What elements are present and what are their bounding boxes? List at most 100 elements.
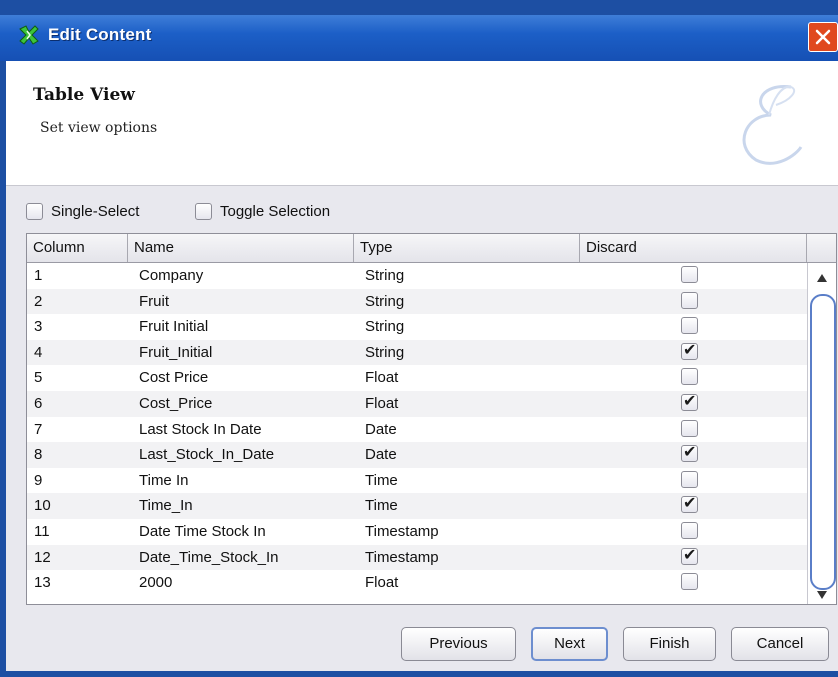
column-header-name[interactable]: Name — [128, 234, 354, 262]
column-name-cell: Company — [139, 267, 204, 284]
table-header: Column Name Type Discard — [27, 234, 836, 263]
column-index-cell: 4 — [34, 343, 43, 361]
discard-checkbox[interactable] — [681, 419, 698, 437]
dialog-window: Edit Content Table View Set view options… — [0, 0, 838, 677]
close-icon — [815, 29, 831, 45]
check-mark-icon: ✔ — [683, 442, 697, 462]
column-index-cell: 10 — [34, 497, 51, 515]
column-type-cell: String — [365, 318, 405, 336]
column-index-cell: 2 — [34, 292, 43, 310]
discard-checkbox-checked[interactable]: ✔ — [681, 339, 698, 360]
dialog-content: Table View Set view options Single-Selec… — [6, 61, 838, 671]
scroll-thumb[interactable] — [810, 294, 836, 590]
table-row[interactable]: 13 2000 Float — [27, 570, 807, 596]
page-subtitle: Set view options — [40, 120, 158, 136]
column-type-cell: String — [365, 267, 405, 284]
column-index-cell: 9 — [34, 471, 43, 489]
column-name-cell: Fruit_Initial — [139, 343, 213, 361]
toggle-selection-label: Toggle Selection — [220, 202, 331, 220]
column-name-cell: Date_Time_Stock_In — [139, 548, 279, 566]
column-type-cell: String — [365, 292, 405, 310]
table-row[interactable]: 2 Fruit String — [27, 288, 807, 315]
discard-checkbox-checked[interactable]: ✔ — [681, 442, 698, 463]
column-type-cell: Date — [365, 420, 397, 438]
table-body: 1 Company String 2 Fruit String 3 Fruit Initial… — [27, 263, 807, 604]
column-type-cell: Time — [365, 497, 398, 515]
next-button[interactable]: Next — [531, 627, 608, 661]
column-index-cell: 13 — [34, 574, 51, 592]
app-logo-icon — [19, 25, 39, 45]
column-type-cell: Float — [365, 369, 399, 387]
column-name-cell: 2000 — [139, 574, 173, 592]
column-header-discard[interactable]: Discard — [580, 234, 807, 262]
table-row[interactable]: 10 Time_In Time ✔ — [27, 493, 807, 519]
column-name-cell: Date Time Stock In — [139, 523, 266, 540]
column-name-cell: Cost Price — [139, 369, 209, 387]
table-row[interactable]: 4 Fruit_Initial String ✔ — [27, 339, 807, 366]
toggle-selection-option[interactable]: Toggle Selection — [195, 199, 330, 223]
column-type-cell: Float — [365, 574, 399, 592]
column-index-cell: 5 — [34, 369, 43, 387]
column-index-cell: 7 — [34, 420, 43, 438]
column-type-cell: Date — [365, 446, 397, 464]
table-row[interactable]: 3 Fruit Initial String — [27, 314, 807, 340]
watermark-logo — [742, 85, 803, 165]
table-row[interactable]: 5 Cost Price Float — [27, 365, 807, 391]
column-type-cell: Float — [365, 395, 399, 412]
discard-checkbox-checked[interactable]: ✔ — [681, 391, 698, 411]
single-select-option[interactable]: Single-Select — [26, 199, 139, 223]
scroll-down-arrow-icon[interactable] — [816, 590, 828, 600]
check-mark-icon: ✔ — [683, 391, 697, 410]
column-name-cell: Time_In — [139, 497, 193, 515]
close-button[interactable] — [808, 22, 838, 52]
discard-checkbox-checked[interactable]: ✔ — [681, 493, 698, 514]
discard-checkbox[interactable] — [681, 573, 698, 591]
scroll-up-arrow-icon[interactable] — [816, 273, 828, 283]
table-row[interactable]: 8 Last_Stock_In_Date Date ✔ — [27, 442, 807, 468]
table-row[interactable]: 6 Cost_Price Float ✔ — [27, 391, 807, 417]
column-name-cell: Last Stock In Date — [139, 420, 262, 438]
column-index-cell: 12 — [34, 548, 51, 566]
window-title: Edit Content — [48, 25, 152, 44]
column-name-cell: Last_Stock_In_Date — [139, 446, 275, 464]
column-index-cell: 1 — [34, 267, 43, 284]
column-index-cell: 3 — [34, 318, 43, 336]
cancel-button[interactable]: Cancel — [731, 627, 829, 661]
table-row[interactable]: 9 Time In Time — [27, 468, 807, 494]
discard-checkbox[interactable] — [681, 470, 698, 488]
discard-checkbox[interactable] — [681, 266, 698, 283]
column-index-cell: 6 — [34, 395, 43, 412]
check-mark-icon: ✔ — [683, 339, 697, 359]
column-name-cell: Cost_Price — [139, 395, 213, 412]
table-row[interactable]: 11 Date Time Stock In Timestamp — [27, 519, 807, 545]
toggle-selection-checkbox[interactable] — [195, 202, 212, 220]
table-row[interactable]: 7 Last Stock In Date Date — [27, 417, 807, 443]
discard-checkbox[interactable] — [681, 291, 698, 309]
column-type-cell: Timestamp — [365, 523, 439, 540]
column-type-cell: Time — [365, 471, 398, 489]
column-name-cell: Fruit Initial — [139, 318, 209, 336]
column-name-cell: Fruit — [139, 292, 169, 310]
table-row[interactable]: 1 Company String — [27, 263, 807, 289]
column-type-cell: Timestamp — [365, 548, 439, 566]
check-mark-icon: ✔ — [683, 544, 697, 564]
discard-checkbox[interactable] — [681, 368, 698, 386]
column-name-cell: Time In — [139, 471, 189, 489]
single-select-checkbox[interactable] — [26, 202, 43, 220]
table-row[interactable]: 12 Date_Time_Stock_In Timestamp ✔ — [27, 544, 807, 571]
finish-button[interactable]: Finish — [623, 627, 716, 661]
discard-checkbox-checked[interactable]: ✔ — [681, 544, 698, 565]
previous-button[interactable]: Previous — [401, 627, 516, 661]
single-select-label: Single-Select — [51, 202, 140, 220]
vertical-scrollbar[interactable] — [807, 263, 836, 604]
check-mark-icon: ✔ — [683, 493, 697, 513]
column-header-type[interactable]: Type — [354, 234, 580, 262]
columns-table: Column Name Type Discard 1 Company String 2… — [26, 233, 837, 605]
discard-checkbox[interactable] — [681, 317, 698, 335]
column-header-column[interactable]: Column — [27, 234, 128, 262]
column-index-cell: 11 — [34, 523, 50, 540]
page-title: Table View — [33, 85, 135, 105]
column-index-cell: 8 — [34, 446, 43, 464]
discard-checkbox[interactable] — [681, 522, 698, 539]
title-bar: Edit Content — [0, 15, 838, 61]
